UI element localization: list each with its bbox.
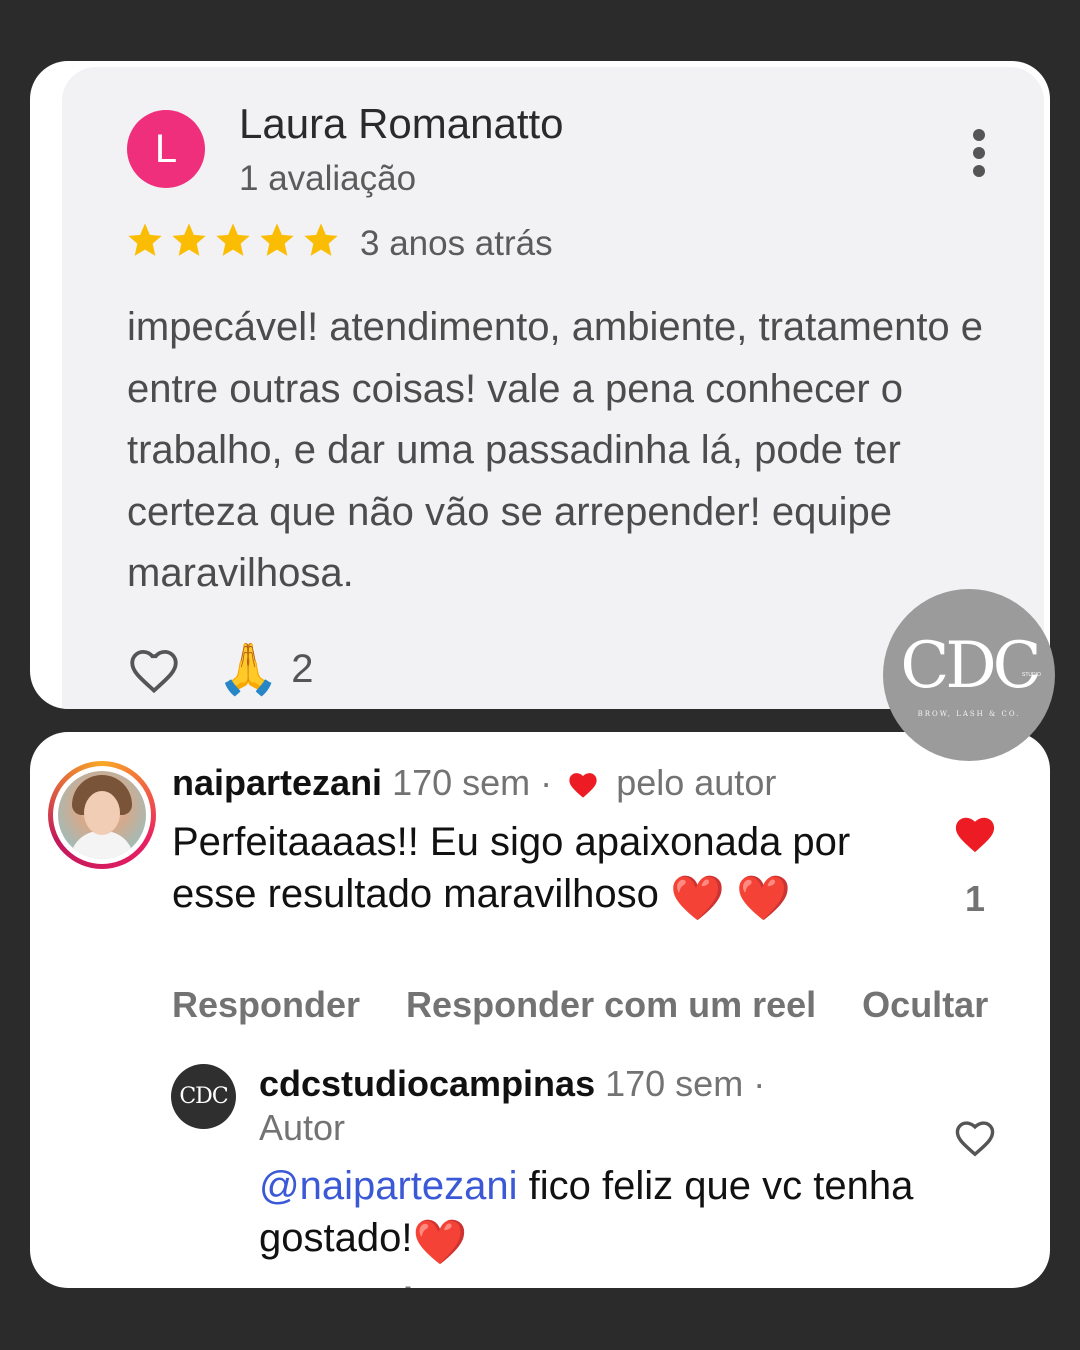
- comment-username[interactable]: naipartezani: [172, 762, 382, 803]
- comment-header: naipartezani 170 sem · pelo autor: [172, 762, 776, 804]
- heart-filled-icon: [569, 773, 597, 798]
- star-rating: [125, 220, 341, 260]
- hide-button[interactable]: Ocultar: [862, 984, 988, 1026]
- logo-tagline: BROW, LASH & CO.: [917, 710, 1021, 718]
- reply-text: @naipartezani fico feliz que vc tenha go…: [259, 1160, 919, 1265]
- reaction-count: 2: [291, 646, 314, 691]
- star-icon: [216, 223, 250, 256]
- review-timestamp: 3 anos atrás: [360, 224, 553, 263]
- comment-actions: Responder Responder com um reel Ocultar: [172, 984, 988, 1026]
- profile-photo: [58, 771, 146, 859]
- reply-age: 170 sem: [605, 1063, 744, 1104]
- comment-like-count: 1: [964, 878, 986, 919]
- red-heart-emoji: ❤️: [670, 874, 725, 923]
- more-vert-icon[interactable]: [967, 129, 991, 179]
- reviewer-name[interactable]: Laura Romanatto: [239, 100, 564, 148]
- reviewer-avatar[interactable]: L: [127, 110, 205, 188]
- comment-age: 170 sem: [392, 762, 531, 803]
- author-badge: Autor: [259, 1107, 346, 1148]
- reply-with-reel-button[interactable]: Responder com um reel: [406, 984, 816, 1026]
- separator: ·: [753, 1063, 766, 1104]
- reply-button[interactable]: Responder: [172, 984, 360, 1026]
- red-heart-emoji: ❤️: [735, 874, 791, 923]
- review-card-inner: L Laura Romanatto 1 avaliação 3 anos atr…: [62, 67, 1044, 709]
- star-icon: [128, 223, 162, 256]
- logo-sub: STUDIO: [1022, 672, 1041, 678]
- reply-button-partial[interactable]: Responder: [259, 1280, 447, 1288]
- pray-emoji: 🙏: [217, 641, 280, 697]
- review-card: L Laura Romanatto 1 avaliação 3 anos atr…: [30, 61, 1050, 709]
- star-icon: [260, 223, 294, 256]
- comments-card: naipartezani 170 sem · pelo autor Perfei…: [30, 732, 1050, 1288]
- mention-link[interactable]: @naipartezani: [259, 1164, 518, 1208]
- author-avatar[interactable]: CDC: [171, 1064, 236, 1129]
- reply-header: cdcstudiocampinas 170 sem · Autor: [259, 1062, 879, 1150]
- reviewer-review-count: 1 avaliação: [239, 159, 417, 198]
- comment-text: Perfeitaaaas!! Eu sigo apaixonada por es…: [172, 816, 912, 921]
- reaction-button[interactable]: 🙏 2: [217, 639, 314, 699]
- reply-username[interactable]: cdcstudiocampinas: [259, 1063, 595, 1104]
- review-text: impecável! atendimento, ambiente, tratam…: [127, 305, 984, 595]
- separator: ·: [540, 762, 553, 803]
- star-icon: [304, 223, 338, 256]
- star-icon: [172, 223, 206, 256]
- commenter-avatar[interactable]: [48, 761, 156, 869]
- liked-by-author: pelo autor: [616, 762, 777, 803]
- heart-outline-icon[interactable]: [952, 1116, 998, 1158]
- heart-outline-icon[interactable]: [125, 641, 183, 699]
- cdc-studio-logo: CDC STUDIO BROW, LASH & CO.: [883, 589, 1055, 761]
- logo-brand: CDC: [900, 629, 1041, 703]
- heart-filled-icon[interactable]: [952, 812, 998, 854]
- red-heart-emoji: ❤️: [412, 1218, 468, 1267]
